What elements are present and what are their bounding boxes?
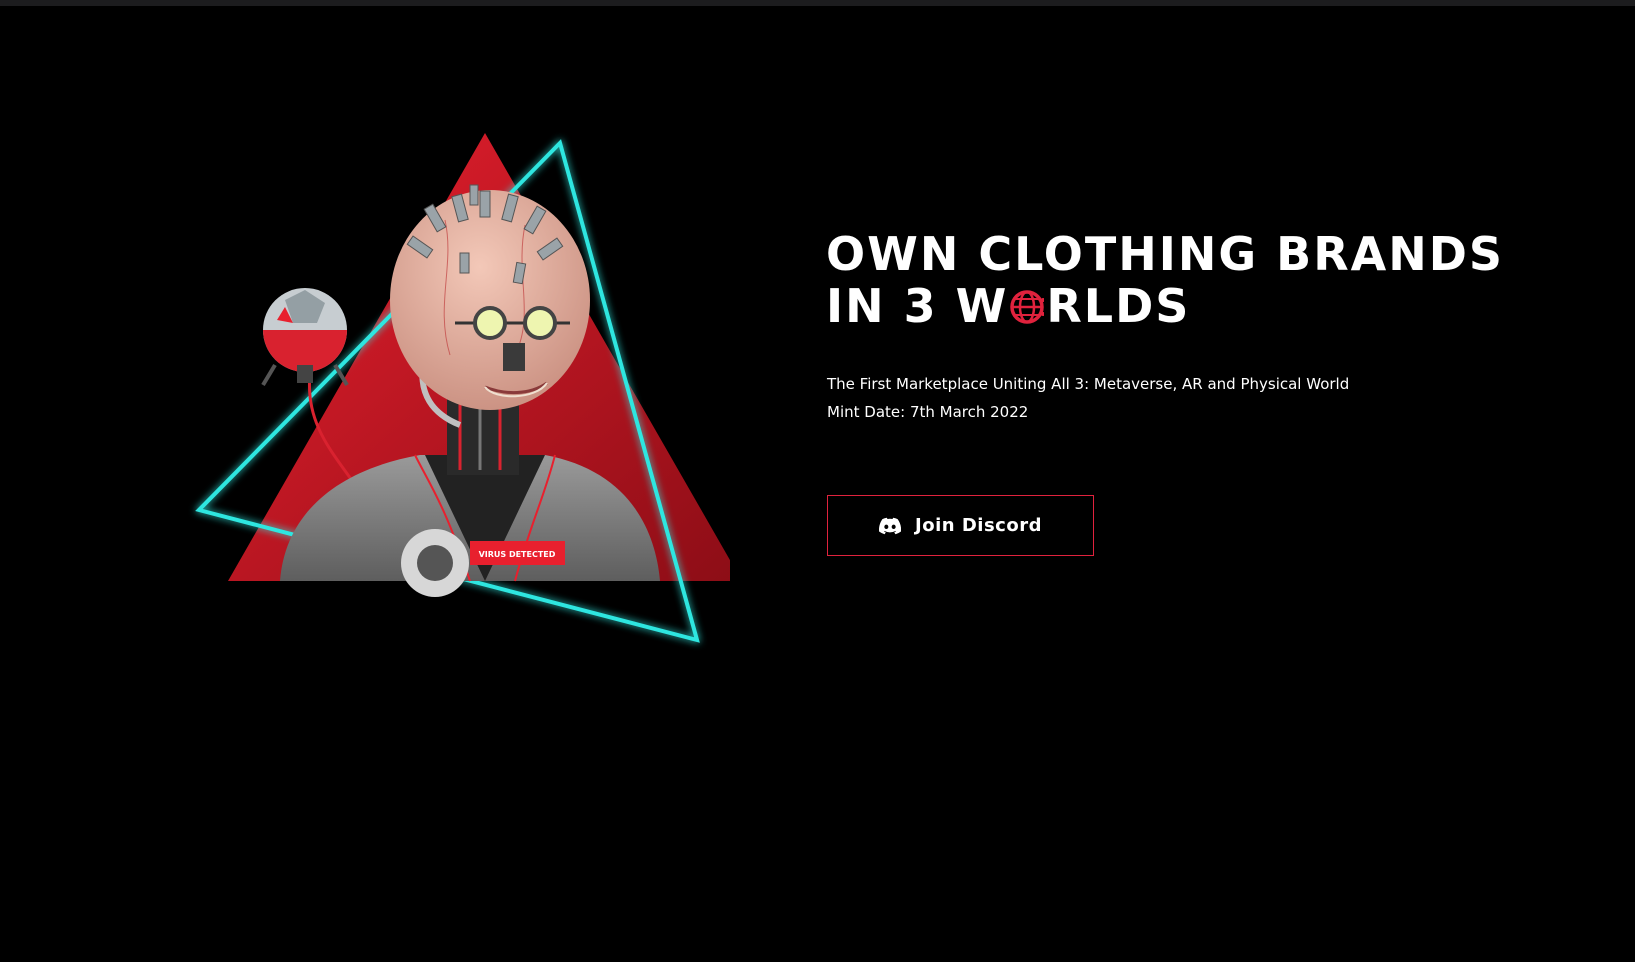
- top-strip: [0, 0, 1635, 6]
- headline-line-2-start: IN 3 W: [826, 279, 1009, 333]
- headline-line-2-end: RLDS: [1046, 279, 1191, 333]
- join-discord-button[interactable]: Join Discord: [827, 495, 1094, 556]
- virus-detected-label: VIRUS DETECTED: [479, 550, 556, 559]
- join-discord-label: Join Discord: [915, 515, 1042, 536]
- hero-headline: OWN CLOTHING BRANDS IN 3 W RLDS: [826, 228, 1506, 332]
- tagline-text: The First Marketplace Uniting All 3: Met…: [827, 375, 1350, 393]
- cyborg-head: [390, 184, 590, 410]
- globe-network-icon: [1010, 290, 1045, 324]
- hero-subtext: The First Marketplace Uniting All 3: Met…: [827, 370, 1447, 426]
- mint-date-text: Mint Date: 7th March 2022: [827, 403, 1029, 421]
- hero-artwork: VIRUS DETECTED: [185, 125, 730, 655]
- headline-line-1: OWN CLOTHING BRANDS: [826, 227, 1505, 281]
- headline-line-2: IN 3 W RLDS: [826, 280, 1506, 332]
- discord-icon: [879, 517, 902, 534]
- cyborg-character-illustration: VIRUS DETECTED: [195, 133, 730, 643]
